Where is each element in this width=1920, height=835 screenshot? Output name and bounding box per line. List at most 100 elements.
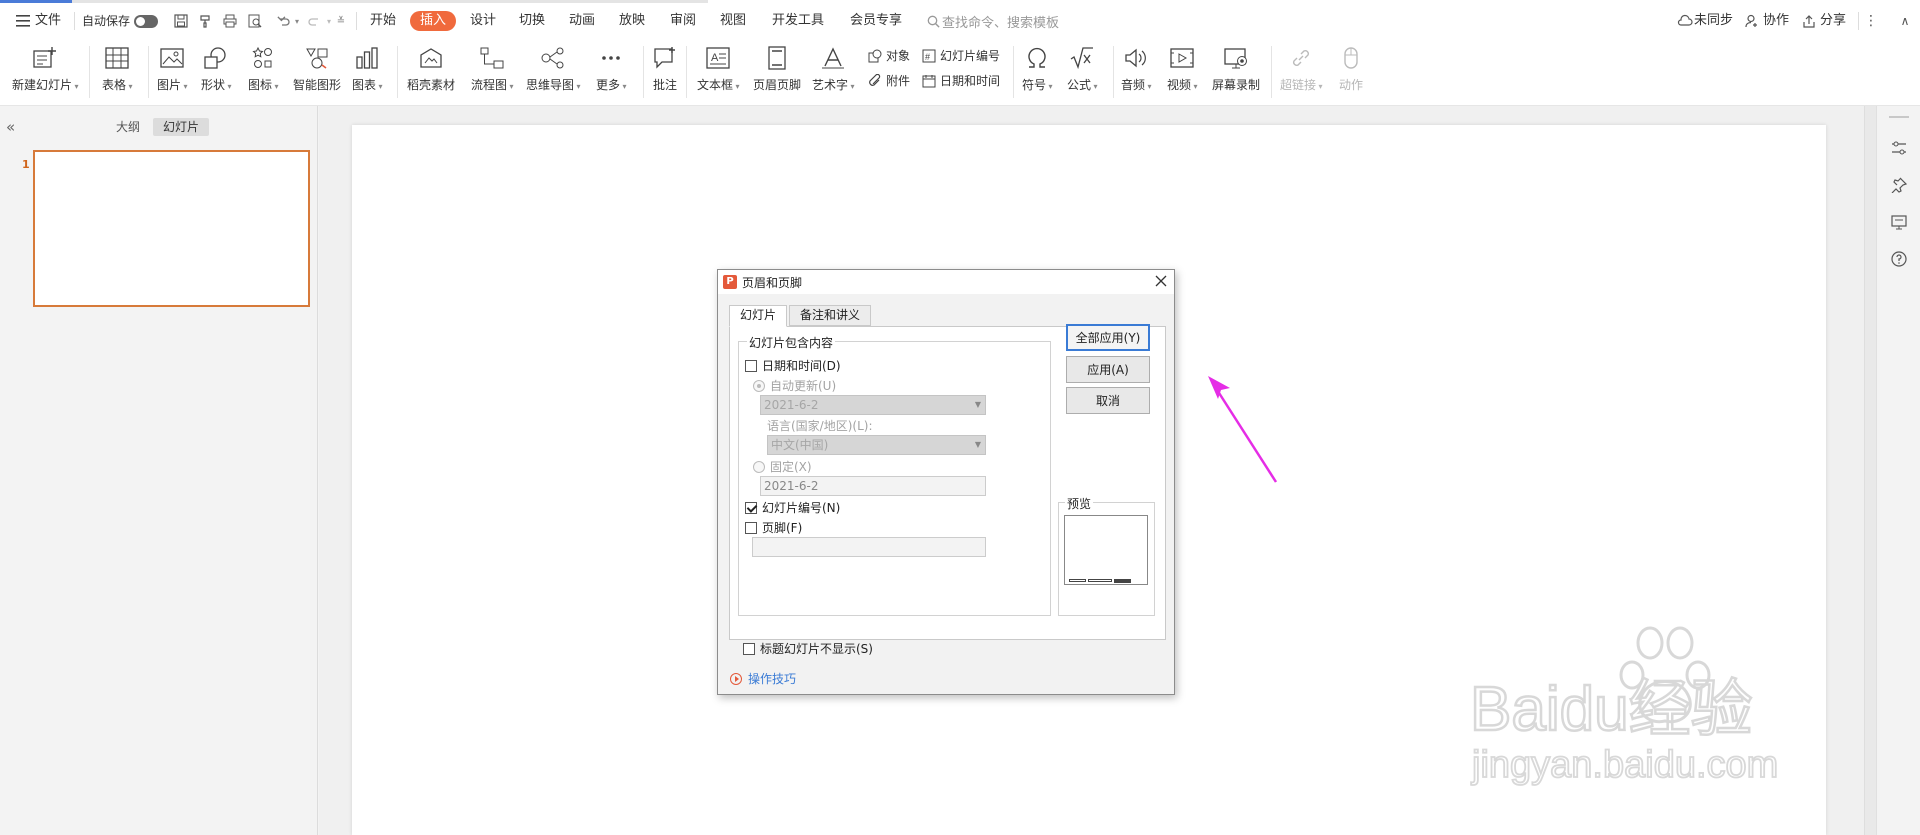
audio-label: 音频 [1121, 78, 1146, 92]
formula-button[interactable]: 公式 ▾ [1067, 44, 1098, 93]
vertical-scrollbar[interactable] [1864, 106, 1876, 835]
hyperlink-button[interactable]: 超链接 ▾ [1280, 44, 1323, 93]
fixed-radio[interactable]: 固定(X) [753, 458, 812, 475]
video-button[interactable]: 视频 ▾ [1167, 44, 1198, 93]
fixed-date-input[interactable]: 2021-6-2 [760, 476, 986, 496]
file-menu[interactable]: 文件 [35, 12, 61, 30]
datetime-label: 日期和时间 [940, 74, 1001, 88]
autosave-toggle[interactable] [134, 15, 158, 28]
chart-button[interactable]: 图表 ▾ [352, 44, 383, 93]
date-format-select[interactable]: 2021-6-2 ▼ [760, 395, 986, 415]
pin-icon[interactable] [1889, 175, 1909, 195]
footer-checkbox[interactable]: 页脚(F) [745, 519, 802, 536]
slide-number-button[interactable]: # 幻灯片编号 [921, 47, 1000, 64]
action-button[interactable]: 动作 [1337, 44, 1365, 93]
screen-record-button[interactable]: 屏幕录制 [1212, 44, 1260, 93]
material-button[interactable]: 稻壳素材 [407, 44, 455, 93]
flowchart-button[interactable]: 流程图 ▾ [471, 44, 514, 93]
picture-button[interactable]: 图片 ▾ [157, 44, 188, 93]
tab-notes-handouts[interactable]: 备注和讲义 [789, 305, 872, 326]
icon-label: 图标 [248, 78, 273, 92]
hide-on-title-slide-checkbox[interactable]: 标题幻灯片不显示(S) [743, 640, 873, 657]
slide-thumbnail[interactable] [33, 150, 310, 307]
tab-review[interactable]: 审阅 [670, 12, 696, 30]
datetime-checkbox[interactable]: 日期和时间(D) [745, 357, 841, 374]
hide-on-title-slide-label: 标题幻灯片不显示(S) [760, 642, 873, 656]
tab-animation[interactable]: 动画 [569, 12, 595, 30]
comment-button[interactable]: 批注 [651, 44, 679, 93]
tab-view[interactable]: 视图 [720, 12, 746, 30]
icon-button[interactable]: 图标 ▾ [248, 44, 279, 93]
customize-quick-access-icon[interactable]: ≚ [332, 12, 350, 30]
language-label: 语言(国家/地区)(L): [767, 419, 873, 433]
share-button[interactable]: 分享 [1820, 12, 1846, 30]
format-painter-icon[interactable] [196, 12, 214, 30]
cloud-sync-icon[interactable] [1676, 12, 1694, 30]
shape-button[interactable]: 形状 ▾ [201, 44, 232, 93]
share-icon[interactable] [1800, 12, 1818, 30]
undo-dropdown-icon[interactable]: ▾ [288, 12, 306, 30]
datetime-button[interactable]: 日期和时间 [921, 72, 1000, 89]
preview-group: 预览 [1058, 495, 1155, 616]
table-icon [103, 44, 131, 72]
footer-input[interactable] [752, 537, 986, 557]
picture-icon [158, 44, 186, 72]
datetime-checkbox-label: 日期和时间(D) [762, 359, 841, 373]
smart-graphic-button[interactable]: 智能图形 [293, 44, 341, 93]
collaborate-icon[interactable] [1743, 12, 1761, 30]
save-icon[interactable] [172, 12, 190, 30]
sync-status[interactable]: 未同步 [1694, 12, 1733, 30]
wordart-label: 艺术字 [812, 78, 849, 92]
tab-member[interactable]: 会员专享 [850, 12, 902, 30]
collapse-ribbon-icon[interactable]: ∧ [1896, 12, 1914, 30]
tab-slide[interactable]: 幻灯片 [729, 305, 788, 327]
slide-number-label: 幻灯片编号 [940, 49, 1001, 63]
header-footer-button[interactable]: 页眉页脚 [753, 44, 801, 93]
more-button[interactable]: 更多 ▾ [596, 44, 627, 93]
tab-transition[interactable]: 切换 [519, 12, 545, 30]
tab-slideshow[interactable]: 放映 [619, 12, 645, 30]
slide-number-checkbox[interactable]: 幻灯片编号(N) [745, 499, 840, 516]
auto-update-radio[interactable]: 自动更新(U) [753, 377, 836, 394]
close-icon[interactable] [1153, 273, 1169, 289]
cancel-button[interactable]: 取消 [1066, 387, 1150, 414]
apply-all-button[interactable]: 全部应用(Y) [1066, 324, 1150, 351]
apply-button[interactable]: 应用(A) [1066, 356, 1150, 383]
tab-insert[interactable]: 插入 [410, 11, 457, 31]
help-icon[interactable] [1889, 249, 1909, 269]
wordart-button[interactable]: 艺术字 ▾ [812, 44, 855, 93]
loading-progress [0, 0, 72, 3]
search-input[interactable]: 查找命令、搜索模板 [942, 12, 1059, 31]
more-options-icon[interactable]: ⋮ [1862, 12, 1880, 30]
slide-library-icon[interactable] [1889, 212, 1909, 232]
tab-outline[interactable]: 大纲 [106, 118, 150, 136]
icons-icon [249, 44, 277, 72]
video-label: 视频 [1167, 78, 1192, 92]
language-select[interactable]: 中文(中国) ▼ [767, 435, 986, 455]
tab-developer[interactable]: 开发工具 [772, 12, 824, 30]
table-button[interactable]: 表格 ▾ [102, 44, 133, 93]
print-icon[interactable] [221, 12, 239, 30]
date-format-value: 2021-6-2 [764, 398, 819, 412]
properties-icon[interactable] [1889, 138, 1909, 158]
textbox-button[interactable]: A 文本框 ▾ [697, 44, 740, 93]
symbol-button[interactable]: 符号 ▾ [1022, 44, 1053, 93]
attachment-button[interactable]: 附件 [867, 72, 910, 89]
audio-button[interactable]: 音频 ▾ [1121, 44, 1152, 93]
collaborate-button[interactable]: 协作 [1763, 12, 1789, 30]
object-button[interactable]: 对象 [867, 47, 910, 64]
divider [89, 46, 90, 98]
language-value: 中文(中国) [771, 438, 829, 452]
tab-slides[interactable]: 幻灯片 [153, 118, 210, 136]
slide-number-icon: # [921, 48, 937, 64]
new-slide-button[interactable]: 新建幻灯片 ▾ [12, 44, 79, 93]
tab-home[interactable]: 开始 [370, 12, 396, 30]
mindmap-button[interactable]: 思维导图 ▾ [526, 44, 581, 93]
tab-design[interactable]: 设计 [470, 12, 496, 30]
tips-link[interactable]: 操作技巧 [730, 670, 796, 687]
collapse-panel-icon[interactable]: « [6, 118, 15, 136]
print-preview-icon[interactable] [246, 12, 264, 30]
symbol-label: 符号 [1022, 78, 1047, 92]
chevron-down-icon: ▼ [974, 400, 981, 409]
menu-icon[interactable] [14, 12, 32, 30]
